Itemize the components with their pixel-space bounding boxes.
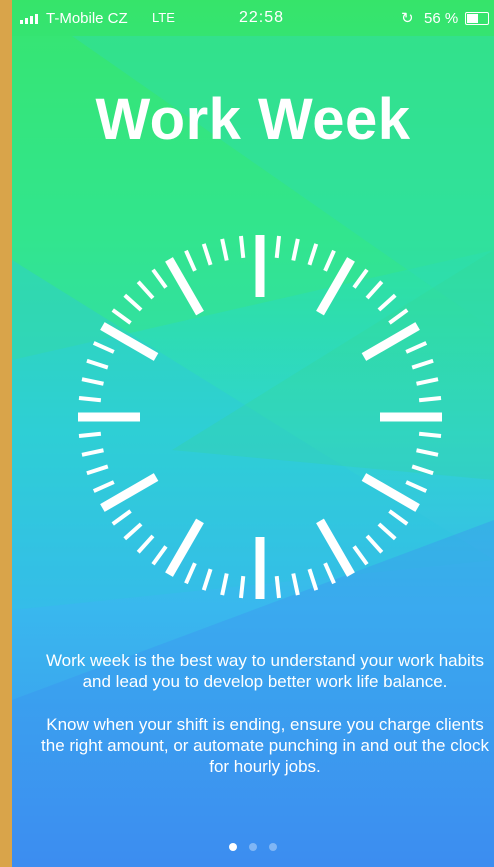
clock-minute-tick <box>86 358 109 370</box>
clock-minute-tick <box>111 509 132 526</box>
rotation-lock-icon: ↻ <box>401 10 414 27</box>
clock-minute-tick <box>92 341 115 354</box>
clock-minute-tick <box>220 238 229 261</box>
clock-minute-tick <box>418 431 442 439</box>
clock-minute-tick <box>136 534 155 554</box>
clock-minute-tick <box>365 534 384 554</box>
clock-minute-tick <box>123 293 143 312</box>
clock-minute-tick <box>352 545 369 566</box>
network-type: LTE <box>152 10 175 25</box>
clock-minute-tick <box>92 480 115 493</box>
clock-minute-tick <box>416 377 439 386</box>
page-dot[interactable] <box>249 843 257 851</box>
status-time: 22:58 <box>239 9 285 26</box>
clock-minute-tick <box>274 235 282 259</box>
clock-minute-tick <box>411 358 434 370</box>
page-dot[interactable] <box>229 843 237 851</box>
carrier-name: T-Mobile CZ <box>46 10 128 27</box>
clock-minute-tick <box>377 293 397 312</box>
clock-minute-tick <box>411 464 434 476</box>
clock-minute-tick <box>365 280 384 300</box>
clock-minute-tick <box>416 448 439 457</box>
page-indicator[interactable] <box>12 843 494 851</box>
clock-minute-tick <box>201 243 213 266</box>
signal-icon <box>20 14 38 24</box>
clock-minute-tick <box>184 249 197 272</box>
clock-minute-tick <box>274 575 282 599</box>
clock-minute-tick <box>352 268 369 289</box>
onboarding-screen[interactable]: T-Mobile CZ LTE 22:58 ↻ 56 % Work Week W… <box>12 0 494 867</box>
description-paragraph: Work week is the best way to understand … <box>45 651 485 691</box>
battery-percent: 56 % <box>424 10 459 27</box>
clock-face-icon <box>78 235 442 599</box>
page-title: Work Week <box>95 87 411 152</box>
clock-minute-tick <box>418 395 442 403</box>
status-bar: T-Mobile CZ LTE 22:58 ↻ 56 % <box>12 0 494 36</box>
page-dot[interactable] <box>269 843 277 851</box>
clock-minute-tick <box>291 238 300 261</box>
clock-minute-tick <box>151 268 168 289</box>
intro-description: Work week is the best way to understand … <box>36 650 494 799</box>
description-paragraph: Know when your shift is ending, ensure y… <box>41 715 489 776</box>
clock-minute-tick <box>388 509 409 526</box>
clock-minute-tick <box>86 464 109 476</box>
clock-minute-tick <box>291 573 300 596</box>
clock-minute-tick <box>184 562 197 585</box>
clock-minute-tick <box>307 568 319 591</box>
clock-minute-tick <box>220 573 229 596</box>
clock-minute-tick <box>81 448 104 457</box>
clock-minute-tick <box>405 480 428 493</box>
clock-minute-tick <box>201 568 213 591</box>
clock-minute-tick <box>151 545 168 566</box>
clock-minute-tick <box>123 522 143 541</box>
clock-minute-tick <box>377 522 397 541</box>
clock-minute-tick <box>307 243 319 266</box>
clock-minute-tick <box>323 249 336 272</box>
clock-minute-tick <box>111 308 132 325</box>
clock-minute-tick <box>78 395 102 403</box>
clock-minute-tick <box>405 341 428 354</box>
clock-minute-tick <box>323 562 336 585</box>
clock-minute-tick <box>238 235 246 259</box>
clock-minute-tick <box>238 575 246 599</box>
clock-minute-tick <box>388 308 409 325</box>
clock-minute-tick <box>136 280 155 300</box>
clock-minute-tick <box>81 377 104 386</box>
clock-minute-tick <box>78 431 102 439</box>
battery-icon <box>465 12 489 25</box>
